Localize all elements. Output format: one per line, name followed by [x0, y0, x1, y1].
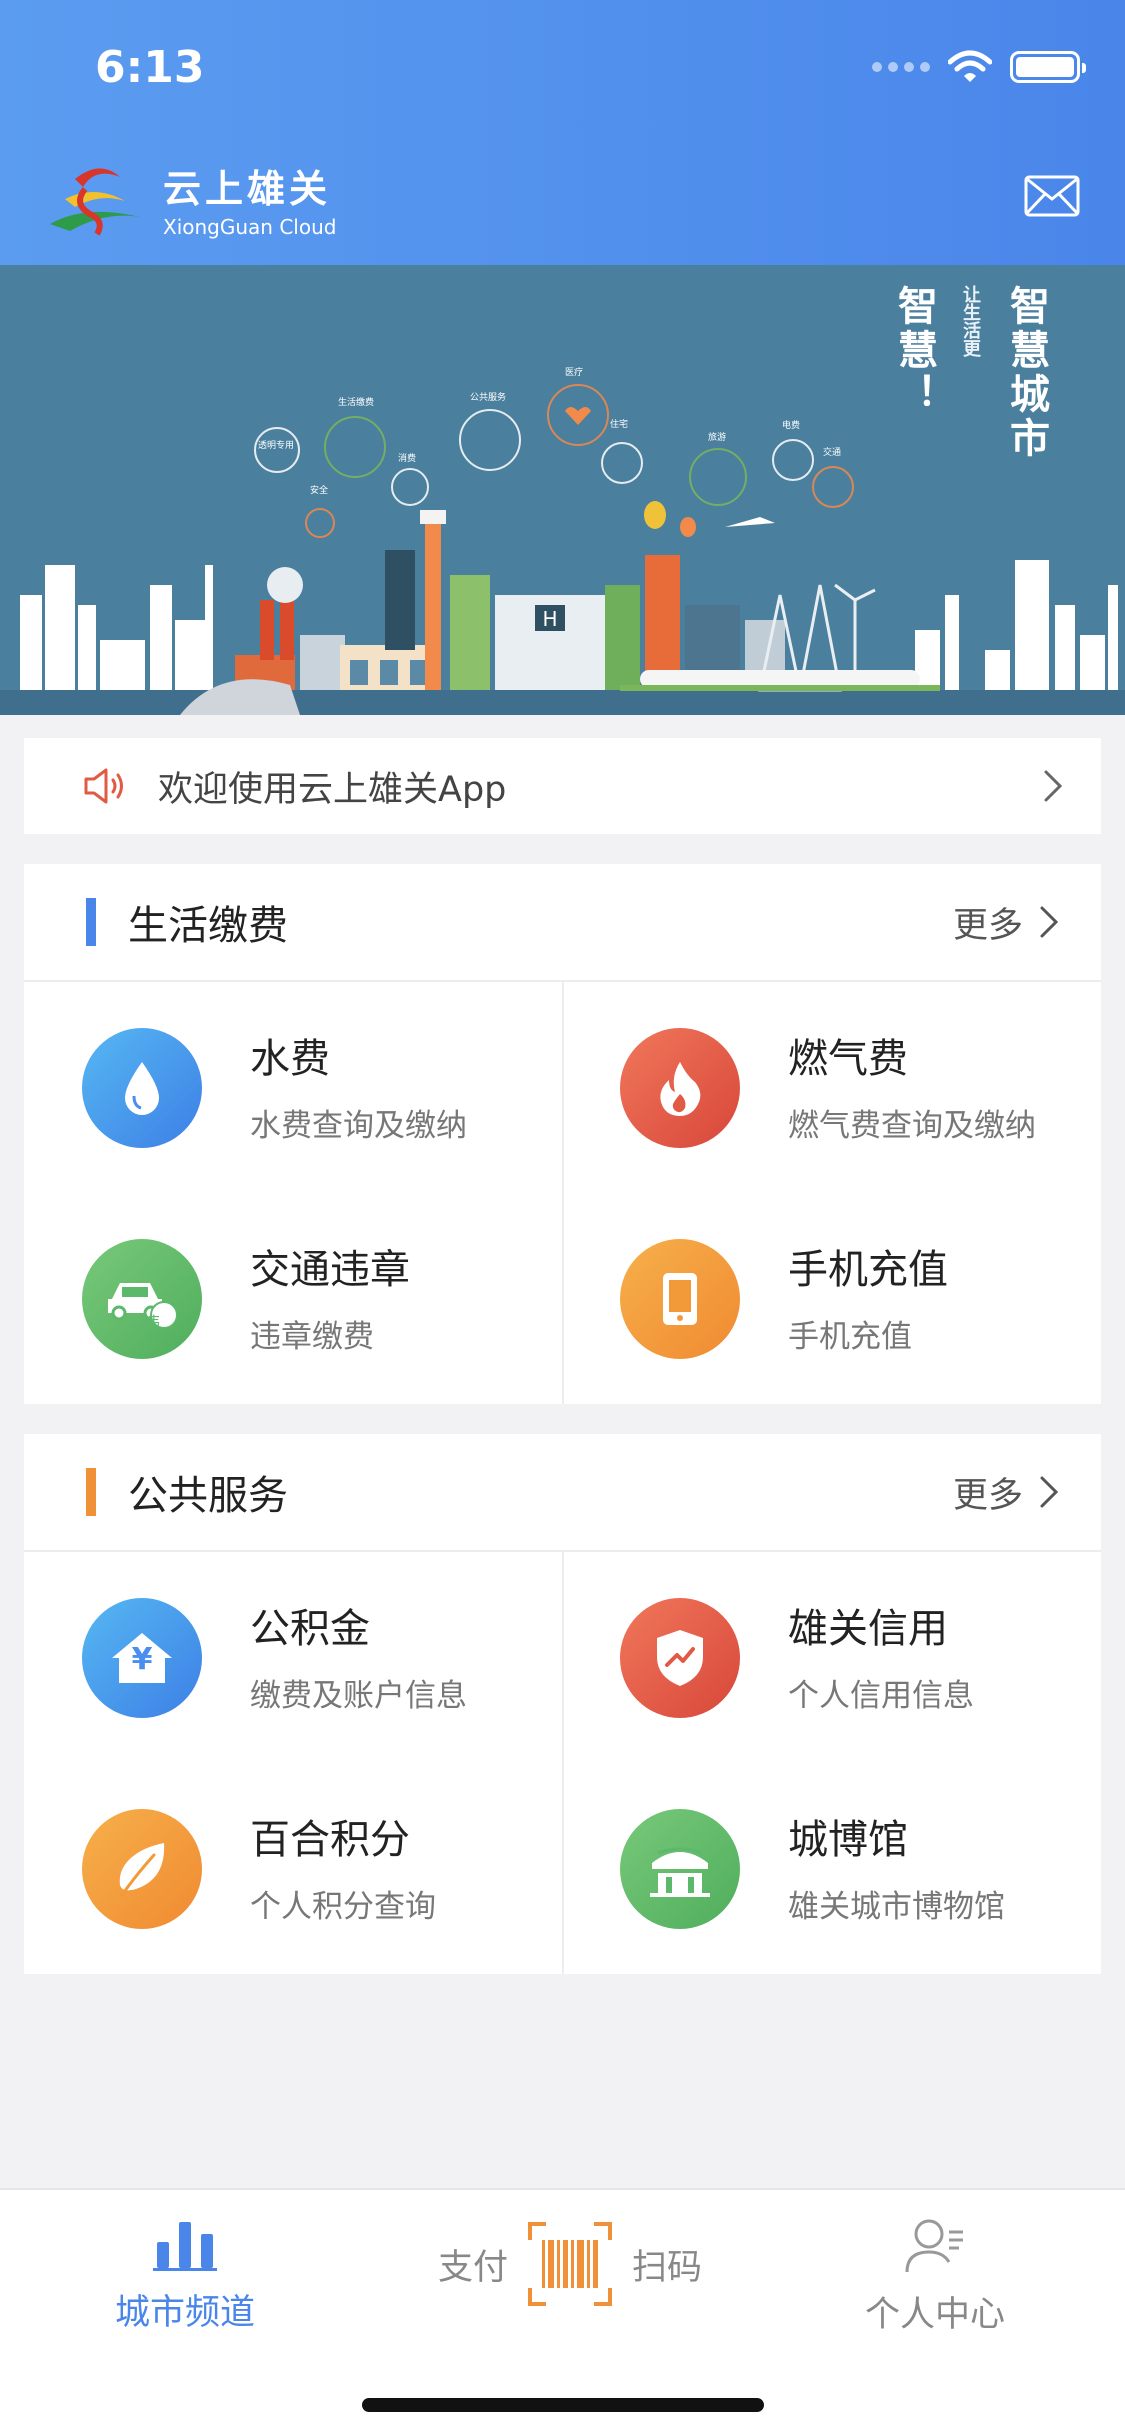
public-service-card: 公共服务 更多 ¥ 公积金 缴费及账户信息 雄关信用 个人信用信息 百合积分 个… [24, 1434, 1101, 1974]
phone-recharge-item[interactable]: 手机充值 手机充值 [562, 1193, 1100, 1404]
app-header: 6:13 云上雄关 XiongGuan Cloud [0, 0, 1125, 265]
app-name-en: XiongGuan Cloud [163, 215, 337, 239]
app-logo: 云上雄关 XiongGuan Cloud [45, 158, 336, 239]
svg-text:旅游: 旅游 [708, 431, 726, 443]
banner-slogan: 智慧！ 让生活更 智慧城市 [885, 285, 1055, 461]
item-title: 水费 [250, 1036, 330, 1082]
more-label: 更多 [952, 905, 1023, 946]
item-title: 燃气费 [788, 1036, 908, 1082]
leaf-icon [82, 1809, 202, 1929]
item-title: 交通违章 [250, 1247, 410, 1293]
flame-icon [620, 1028, 740, 1148]
section-title: 生活缴费 [128, 903, 288, 949]
logo-icon [50, 167, 140, 236]
battery-icon [1010, 51, 1086, 83]
svg-text:透明专用: 透明专用 [258, 439, 294, 451]
mail-icon[interactable] [1024, 175, 1080, 217]
svg-text:H: H [542, 607, 557, 631]
app-name-cn: 云上雄关 [163, 166, 332, 211]
credit-item[interactable]: 雄关信用 个人信用信息 [562, 1552, 1100, 1763]
gas-fee-item[interactable]: 燃气费 燃气费查询及缴纳 [562, 982, 1100, 1193]
speaker-icon [84, 768, 123, 804]
status-icons [872, 50, 1086, 84]
notice-bar[interactable]: 欢迎使用云上雄关App [24, 738, 1101, 834]
pay-scan-button[interactable]: 支付 扫码 [430, 2220, 710, 2308]
signal-icon [872, 62, 930, 72]
section-title: 公共服务 [128, 1473, 288, 1519]
section-accent [86, 898, 96, 946]
car-icon: 违 [82, 1239, 202, 1359]
item-subtitle: 水费查询及缴纳 [250, 1108, 467, 1144]
chevron-right-icon [1040, 906, 1059, 938]
item-subtitle: 个人积分查询 [250, 1889, 436, 1925]
item-subtitle: 手机充值 [788, 1319, 912, 1355]
museum-icon [620, 1809, 740, 1929]
life-payment-card: 生活缴费 更多 水费 水费查询及缴纳 燃气费 燃气费查询及缴纳 违 交通违章 违… [24, 864, 1101, 1404]
item-subtitle: 违章缴费 [250, 1319, 374, 1355]
housing-fund-item[interactable]: ¥ 公积金 缴费及账户信息 [24, 1552, 562, 1763]
phone-icon [620, 1239, 740, 1359]
chevron-right-icon [1044, 770, 1063, 802]
bar-chart-icon [153, 2222, 217, 2271]
item-title: 手机充值 [788, 1247, 948, 1293]
public-service-header: 公共服务 更多 [24, 1434, 1101, 1552]
more-link[interactable]: 更多 [953, 1467, 1059, 1518]
more-label: 更多 [952, 1475, 1023, 1516]
svg-text:公共服务: 公共服务 [470, 391, 506, 403]
slogan-side: 智慧！ [891, 285, 937, 417]
item-subtitle: 雄关城市博物馆 [788, 1889, 1005, 1925]
item-title: 公积金 [250, 1606, 370, 1652]
house-yuan-icon: ¥ [82, 1598, 202, 1718]
item-subtitle: 个人信用信息 [788, 1678, 974, 1714]
section-accent [86, 1468, 96, 1516]
water-drop-icon [82, 1028, 202, 1148]
svg-text:生活缴费: 生活缴费 [338, 396, 374, 408]
museum-item[interactable]: 城博馆 雄关城市博物馆 [562, 1763, 1100, 1974]
tab-city-channel[interactable]: 城市频道 [95, 2216, 275, 2335]
svg-text:交通: 交通 [823, 446, 841, 458]
shield-icon [620, 1598, 740, 1718]
wifi-icon [948, 50, 992, 82]
slogan-small: 让生活更 [960, 285, 981, 357]
item-subtitle: 缴费及账户信息 [250, 1678, 467, 1714]
barcode-scan-icon [528, 2222, 612, 2306]
slogan-main: 智慧城市 [1003, 285, 1049, 461]
tab-label: 城市频道 [114, 2293, 255, 2333]
item-title: 百合积分 [250, 1817, 410, 1863]
tab-personal-center[interactable]: 个人中心 [845, 2216, 1025, 2337]
home-indicator [362, 2398, 764, 2412]
notice-text: 欢迎使用云上雄关App [158, 769, 507, 810]
tab-label: 个人中心 [864, 2295, 1005, 2335]
status-time: 6:13 [95, 42, 205, 93]
scan-label: 扫码 [632, 2247, 703, 2288]
svg-text:安全: 安全 [310, 484, 328, 496]
user-profile-icon [905, 2219, 963, 2273]
life-payment-header: 生活缴费 更多 [24, 864, 1101, 982]
item-subtitle: 燃气费查询及缴纳 [788, 1108, 1036, 1144]
chevron-right-icon [1040, 1476, 1059, 1508]
item-title: 雄关信用 [788, 1606, 948, 1652]
violation-badge: 违 [143, 1313, 160, 1332]
water-fee-item[interactable]: 水费 水费查询及缴纳 [24, 982, 562, 1193]
item-title: 城博馆 [788, 1817, 908, 1863]
svg-text:消费: 消费 [398, 452, 416, 464]
lily-points-item[interactable]: 百合积分 个人积分查询 [24, 1763, 562, 1974]
svg-text:医疗: 医疗 [565, 366, 583, 378]
svg-text:住宅: 住宅 [610, 418, 628, 430]
pay-label: 支付 [437, 2247, 508, 2288]
smart-city-banner[interactable]: H 透明专用 生活缴费 公共服务 医疗 住宅 旅游 电费 交通 安全 消费 智慧… [0, 265, 1125, 715]
yuan-glyph: ¥ [131, 1642, 153, 1677]
more-link[interactable]: 更多 [953, 897, 1059, 948]
traffic-violation-item[interactable]: 违 交通违章 违章缴费 [24, 1193, 562, 1404]
svg-text:电费: 电费 [782, 419, 800, 431]
